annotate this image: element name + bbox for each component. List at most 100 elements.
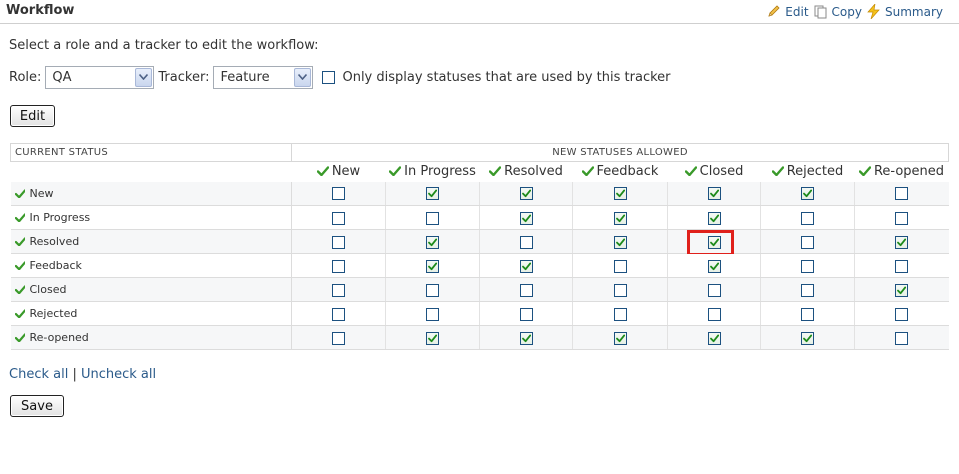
transition-cell [667,277,761,302]
transition-checkbox[interactable] [426,187,439,201]
transition-checkbox[interactable] [707,235,721,249]
transition-checkbox[interactable] [426,259,439,273]
transition-checkbox[interactable] [801,187,814,201]
transition-checkbox[interactable] [707,211,721,225]
copy-link[interactable]: Copy [813,4,862,19]
table-row: Feedback [10,253,949,278]
transition-checkbox[interactable] [519,259,533,273]
transition-checkbox[interactable] [426,307,439,321]
transition-checkbox[interactable] [613,283,627,297]
intro-text: Select a role and a tracker to edit the … [9,38,319,53]
transition-checkbox[interactable] [895,283,909,297]
transition-checkbox[interactable] [332,187,345,201]
transition-checkbox[interactable] [801,307,814,321]
transition-checkbox[interactable] [613,331,627,345]
current-status-label: New [29,186,54,200]
current-status-cell: Closed [10,277,292,302]
column-header: New [292,162,386,182]
transition-checkbox[interactable] [519,283,533,297]
transition-checkbox[interactable] [426,331,439,345]
transition-checkbox[interactable] [426,283,439,297]
transition-checkbox[interactable] [801,331,814,345]
transition-checkbox[interactable] [332,211,345,225]
summary-link[interactable]: Summary [866,2,943,20]
current-status-cell: New [10,181,292,206]
column-header-label: Rejected [786,164,844,180]
transition-cell [385,325,480,350]
transition-checkbox[interactable] [801,259,814,273]
transition-checkbox[interactable] [332,331,345,345]
transition-checkbox[interactable] [426,211,439,225]
check-all-link[interactable]: Check all [9,367,68,382]
edit-button[interactable]: Edit [10,105,55,127]
transition-checkbox[interactable] [519,307,533,321]
transition-checkbox[interactable] [519,331,533,345]
transition-cell [291,301,386,326]
transition-checkbox[interactable] [801,283,814,297]
transition-checkbox[interactable] [707,307,721,321]
transition-checkbox[interactable] [613,187,627,201]
transition-checkbox[interactable] [332,307,345,321]
tracker-label: Tracker: [158,69,210,85]
transition-checkbox[interactable] [895,307,909,321]
transition-checkbox[interactable] [707,259,721,273]
summary-link-label: Summary [885,4,943,19]
new-statuses-header: NEW STATUSES ALLOWED [290,143,950,162]
only-used-statuses-checkbox[interactable] [322,70,336,84]
checkmark-icon [858,165,872,177]
column-header-label: New [331,164,361,180]
edit-link[interactable]: Edit [766,4,809,19]
current-status-header: CURRENT STATUS [10,143,292,162]
transition-checkbox[interactable] [332,235,345,249]
transition-checkbox[interactable] [613,211,627,225]
checkmark-icon [14,212,26,223]
transition-checkbox[interactable] [801,235,814,249]
transition-checkbox[interactable] [613,259,627,273]
table-row: In Progress [10,205,949,230]
column-header: Rejected [761,162,855,182]
transition-checkbox[interactable] [426,235,439,249]
transition-checkbox[interactable] [613,235,627,249]
check-links: Check all | Uncheck all [9,367,156,382]
copy-icon [813,4,828,19]
transition-checkbox[interactable] [332,259,345,273]
transition-cell [667,205,761,230]
column-header-label: Closed [699,164,744,180]
transition-cell [291,229,386,254]
transition-checkbox[interactable] [707,331,721,345]
save-button[interactable]: Save [10,395,64,417]
transition-checkbox[interactable] [519,211,533,225]
transition-checkbox[interactable] [613,307,627,321]
tracker-select[interactable]: Feature [213,65,314,89]
transition-checkbox[interactable] [707,283,721,297]
copy-link-label: Copy [831,4,862,19]
transition-cell [760,229,855,254]
role-select[interactable]: QA [45,65,155,89]
transition-cell [572,325,668,350]
transition-cell [854,205,949,230]
current-status-label: Re-opened [29,331,89,344]
column-header: Resolved [480,162,573,182]
transition-cell [572,253,668,278]
pencil-icon [766,4,781,19]
transition-checkbox[interactable] [801,211,814,225]
transition-cell [760,325,855,350]
checkmark-icon [771,165,784,177]
transition-cell [854,325,949,350]
transition-cell [854,253,949,278]
transition-checkbox[interactable] [519,235,533,249]
checkmark-icon [684,165,697,177]
column-header: Feedback [573,162,668,182]
transition-cell [667,229,761,256]
uncheck-all-link[interactable]: Uncheck all [81,367,156,382]
transition-checkbox[interactable] [895,259,909,273]
transition-cell [479,325,573,350]
transition-checkbox[interactable] [707,187,721,201]
transition-checkbox[interactable] [519,187,533,201]
transition-cell [854,181,949,206]
transition-checkbox[interactable] [895,331,909,345]
transition-checkbox[interactable] [332,283,345,297]
transition-checkbox[interactable] [895,211,909,225]
transition-checkbox[interactable] [895,235,909,249]
transition-checkbox[interactable] [895,187,909,201]
